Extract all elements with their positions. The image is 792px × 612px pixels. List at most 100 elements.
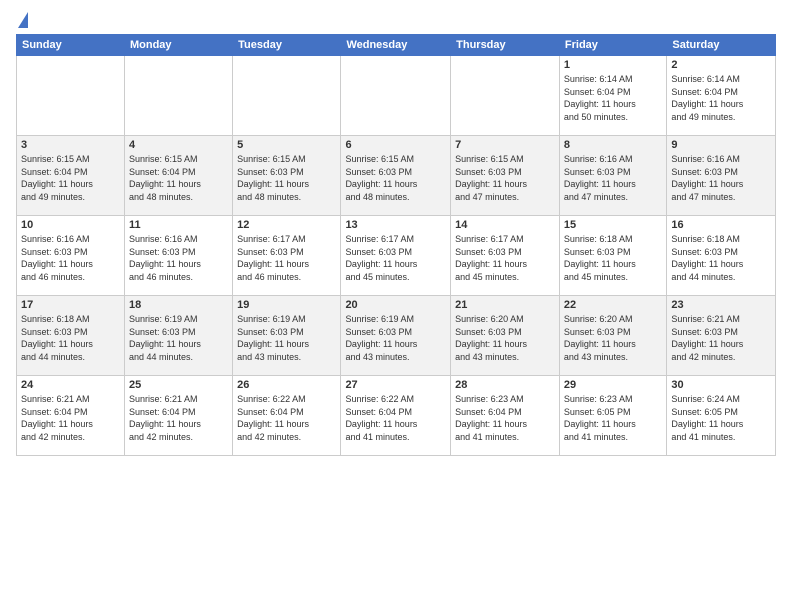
- calendar-header-wednesday: Wednesday: [341, 35, 451, 56]
- day-number: 22: [564, 299, 662, 311]
- calendar-cell: 17 Sunrise: 6:18 AM Sunset: 6:03 PM Dayli…: [17, 296, 125, 376]
- day-number: 2: [671, 59, 771, 71]
- day-number: 9: [671, 139, 771, 151]
- day-number: 18: [129, 299, 228, 311]
- day-number: 7: [455, 139, 555, 151]
- calendar-cell: 18 Sunrise: 6:19 AM Sunset: 6:03 PM Dayli…: [124, 296, 232, 376]
- day-number: 13: [345, 219, 446, 231]
- day-number: 28: [455, 379, 555, 391]
- day-info: Sunrise: 6:22 AM Sunset: 6:04 PM Dayligh…: [345, 393, 446, 443]
- calendar-week-4: 17 Sunrise: 6:18 AM Sunset: 6:03 PM Dayli…: [17, 296, 776, 376]
- calendar-header-saturday: Saturday: [667, 35, 776, 56]
- calendar-cell: 22 Sunrise: 6:20 AM Sunset: 6:03 PM Dayli…: [559, 296, 666, 376]
- calendar-cell: 3Sunrise: 6:15 AM Sunset: 6:04 PM Daylig…: [17, 136, 125, 216]
- calendar-header-tuesday: Tuesday: [233, 35, 341, 56]
- day-info: Sunrise: 6:17 AM Sunset: 6:03 PM Dayligh…: [455, 233, 555, 283]
- day-number: 24: [21, 379, 120, 391]
- calendar-cell: 28 Sunrise: 6:23 AM Sunset: 6:04 PM Dayli…: [451, 376, 560, 456]
- calendar-cell: 19 Sunrise: 6:19 AM Sunset: 6:03 PM Dayli…: [233, 296, 341, 376]
- day-info: Sunrise: 6:24 AM Sunset: 6:05 PM Dayligh…: [671, 393, 771, 443]
- day-info: Sunrise: 6:20 AM Sunset: 6:03 PM Dayligh…: [564, 313, 662, 363]
- day-info: Sunrise: 6:18 AM Sunset: 6:03 PM Dayligh…: [21, 313, 120, 363]
- day-info: Sunrise: 6:21 AM Sunset: 6:03 PM Dayligh…: [671, 313, 771, 363]
- day-info: Sunrise: 6:16 AM Sunset: 6:03 PM Dayligh…: [671, 153, 771, 203]
- day-info: Sunrise: 6:17 AM Sunset: 6:03 PM Dayligh…: [237, 233, 336, 283]
- calendar-cell: 14 Sunrise: 6:17 AM Sunset: 6:03 PM Dayli…: [451, 216, 560, 296]
- calendar-header-thursday: Thursday: [451, 35, 560, 56]
- calendar-cell: 30 Sunrise: 6:24 AM Sunset: 6:05 PM Dayli…: [667, 376, 776, 456]
- day-number: 19: [237, 299, 336, 311]
- day-info: Sunrise: 6:14 AM Sunset: 6:04 PM Dayligh…: [671, 73, 771, 123]
- day-info: Sunrise: 6:23 AM Sunset: 6:05 PM Dayligh…: [564, 393, 662, 443]
- day-number: 27: [345, 379, 446, 391]
- calendar-cell: 26Sunrise: 6:22 AM Sunset: 6:04 PM Dayli…: [233, 376, 341, 456]
- day-info: Sunrise: 6:21 AM Sunset: 6:04 PM Dayligh…: [21, 393, 120, 443]
- day-number: 16: [671, 219, 771, 231]
- day-info: Sunrise: 6:15 AM Sunset: 6:03 PM Dayligh…: [455, 153, 555, 203]
- day-info: Sunrise: 6:18 AM Sunset: 6:03 PM Dayligh…: [671, 233, 771, 283]
- calendar-cell: 2 Sunrise: 6:14 AM Sunset: 6:04 PM Daylig…: [667, 56, 776, 136]
- logo: [16, 12, 28, 26]
- logo-text: [16, 12, 28, 26]
- day-info: Sunrise: 6:15 AM Sunset: 6:03 PM Dayligh…: [345, 153, 446, 203]
- calendar-cell: 10 Sunrise: 6:16 AM Sunset: 6:03 PM Dayli…: [17, 216, 125, 296]
- calendar-table: SundayMondayTuesdayWednesdayThursdayFrid…: [16, 34, 776, 456]
- day-info: Sunrise: 6:17 AM Sunset: 6:03 PM Dayligh…: [345, 233, 446, 283]
- calendar-cell: 13 Sunrise: 6:17 AM Sunset: 6:03 PM Dayli…: [341, 216, 451, 296]
- day-number: 1: [564, 59, 662, 71]
- calendar-week-3: 10 Sunrise: 6:16 AM Sunset: 6:03 PM Dayli…: [17, 216, 776, 296]
- day-number: 8: [564, 139, 662, 151]
- calendar-cell: 11Sunrise: 6:16 AM Sunset: 6:03 PM Dayli…: [124, 216, 232, 296]
- calendar-cell: 7 Sunrise: 6:15 AM Sunset: 6:03 PM Daylig…: [451, 136, 560, 216]
- calendar-header-row: SundayMondayTuesdayWednesdayThursdayFrid…: [17, 35, 776, 56]
- day-info: Sunrise: 6:16 AM Sunset: 6:03 PM Dayligh…: [129, 233, 228, 283]
- calendar-cell: 15 Sunrise: 6:18 AM Sunset: 6:03 PM Dayli…: [559, 216, 666, 296]
- calendar-week-5: 24 Sunrise: 6:21 AM Sunset: 6:04 PM Dayli…: [17, 376, 776, 456]
- calendar-header-sunday: Sunday: [17, 35, 125, 56]
- day-number: 4: [129, 139, 228, 151]
- calendar-week-2: 3Sunrise: 6:15 AM Sunset: 6:04 PM Daylig…: [17, 136, 776, 216]
- day-number: 12: [237, 219, 336, 231]
- day-number: 15: [564, 219, 662, 231]
- calendar-cell: 12 Sunrise: 6:17 AM Sunset: 6:03 PM Dayli…: [233, 216, 341, 296]
- calendar-cell: 21Sunrise: 6:20 AM Sunset: 6:03 PM Dayli…: [451, 296, 560, 376]
- calendar-cell: 4 Sunrise: 6:15 AM Sunset: 6:04 PM Daylig…: [124, 136, 232, 216]
- calendar-cell: 23 Sunrise: 6:21 AM Sunset: 6:03 PM Dayli…: [667, 296, 776, 376]
- day-info: Sunrise: 6:23 AM Sunset: 6:04 PM Dayligh…: [455, 393, 555, 443]
- day-info: Sunrise: 6:16 AM Sunset: 6:03 PM Dayligh…: [21, 233, 120, 283]
- calendar-header-monday: Monday: [124, 35, 232, 56]
- day-info: Sunrise: 6:19 AM Sunset: 6:03 PM Dayligh…: [237, 313, 336, 363]
- page: SundayMondayTuesdayWednesdayThursdayFrid…: [0, 0, 792, 464]
- day-number: 23: [671, 299, 771, 311]
- day-info: Sunrise: 6:15 AM Sunset: 6:04 PM Dayligh…: [129, 153, 228, 203]
- day-info: Sunrise: 6:19 AM Sunset: 6:03 PM Dayligh…: [129, 313, 228, 363]
- day-info: Sunrise: 6:19 AM Sunset: 6:03 PM Dayligh…: [345, 313, 446, 363]
- day-number: 29: [564, 379, 662, 391]
- day-number: 10: [21, 219, 120, 231]
- day-number: 5: [237, 139, 336, 151]
- calendar-cell: [233, 56, 341, 136]
- day-number: 21: [455, 299, 555, 311]
- day-number: 20: [345, 299, 446, 311]
- calendar-cell: [341, 56, 451, 136]
- day-info: Sunrise: 6:21 AM Sunset: 6:04 PM Dayligh…: [129, 393, 228, 443]
- day-number: 30: [671, 379, 771, 391]
- day-info: Sunrise: 6:22 AM Sunset: 6:04 PM Dayligh…: [237, 393, 336, 443]
- day-info: Sunrise: 6:15 AM Sunset: 6:03 PM Dayligh…: [237, 153, 336, 203]
- day-info: Sunrise: 6:18 AM Sunset: 6:03 PM Dayligh…: [564, 233, 662, 283]
- day-number: 14: [455, 219, 555, 231]
- calendar-cell: 8 Sunrise: 6:16 AM Sunset: 6:03 PM Daylig…: [559, 136, 666, 216]
- day-info: Sunrise: 6:14 AM Sunset: 6:04 PM Dayligh…: [564, 73, 662, 123]
- logo-triangle-icon: [18, 12, 28, 28]
- day-number: 25: [129, 379, 228, 391]
- calendar-cell: [451, 56, 560, 136]
- day-info: Sunrise: 6:15 AM Sunset: 6:04 PM Dayligh…: [21, 153, 120, 203]
- calendar-cell: 9 Sunrise: 6:16 AM Sunset: 6:03 PM Daylig…: [667, 136, 776, 216]
- day-number: 17: [21, 299, 120, 311]
- calendar-week-1: 1 Sunrise: 6:14 AM Sunset: 6:04 PM Daylig…: [17, 56, 776, 136]
- calendar-cell: 1 Sunrise: 6:14 AM Sunset: 6:04 PM Daylig…: [559, 56, 666, 136]
- calendar-cell: 29 Sunrise: 6:23 AM Sunset: 6:05 PM Dayli…: [559, 376, 666, 456]
- day-info: Sunrise: 6:16 AM Sunset: 6:03 PM Dayligh…: [564, 153, 662, 203]
- calendar-cell: 6Sunrise: 6:15 AM Sunset: 6:03 PM Daylig…: [341, 136, 451, 216]
- calendar-cell: 27 Sunrise: 6:22 AM Sunset: 6:04 PM Dayli…: [341, 376, 451, 456]
